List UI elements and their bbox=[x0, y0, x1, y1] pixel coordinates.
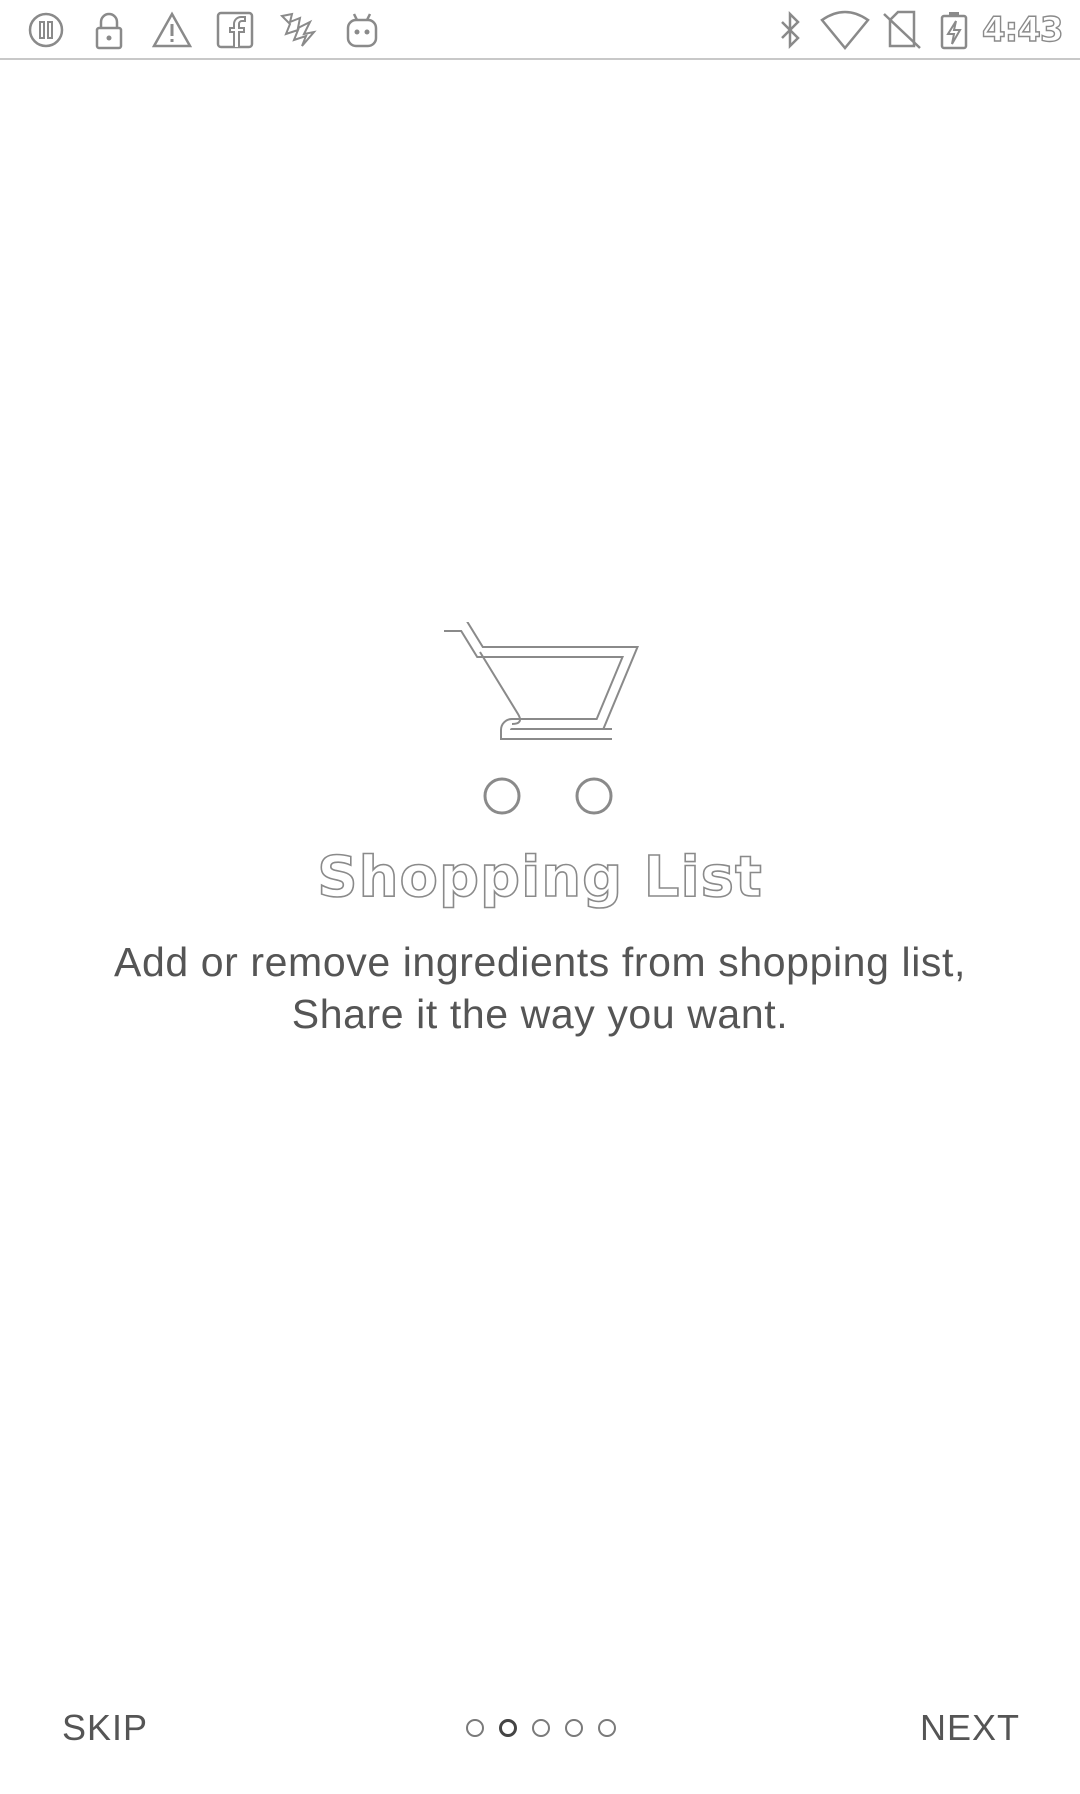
page-indicator bbox=[466, 1716, 616, 1740]
battery-charging-icon bbox=[934, 10, 974, 50]
page-dot-2[interactable] bbox=[499, 1719, 517, 1737]
onboarding-screen: 4:43 Shopping List Add or remove ingredi… bbox=[0, 0, 1080, 1794]
bluetooth-icon bbox=[770, 10, 810, 50]
onboarding-title: Shopping List bbox=[316, 844, 763, 911]
status-time: 4:43 bbox=[981, 9, 1064, 50]
app-icon bbox=[278, 10, 318, 50]
skip-button[interactable]: SKIP bbox=[62, 1700, 172, 1756]
status-bar: 4:43 bbox=[0, 0, 1080, 60]
facebook-icon bbox=[215, 10, 255, 50]
shopping-cart-icon bbox=[440, 622, 640, 816]
warning-icon bbox=[152, 10, 192, 50]
next-button[interactable]: NEXT bbox=[900, 1700, 1020, 1756]
android-icon bbox=[342, 10, 382, 50]
page-dot-1[interactable] bbox=[466, 1719, 484, 1737]
onboarding-description: Add or remove ingredients from shopping … bbox=[114, 939, 966, 1037]
no-sim-icon bbox=[882, 10, 922, 50]
sync-icon bbox=[26, 10, 66, 50]
lock-icon bbox=[89, 10, 129, 50]
page-dot-4[interactable] bbox=[565, 1719, 583, 1737]
page-dot-5[interactable] bbox=[598, 1719, 616, 1737]
wifi-icon bbox=[820, 10, 870, 50]
page-dot-3[interactable] bbox=[532, 1719, 550, 1737]
